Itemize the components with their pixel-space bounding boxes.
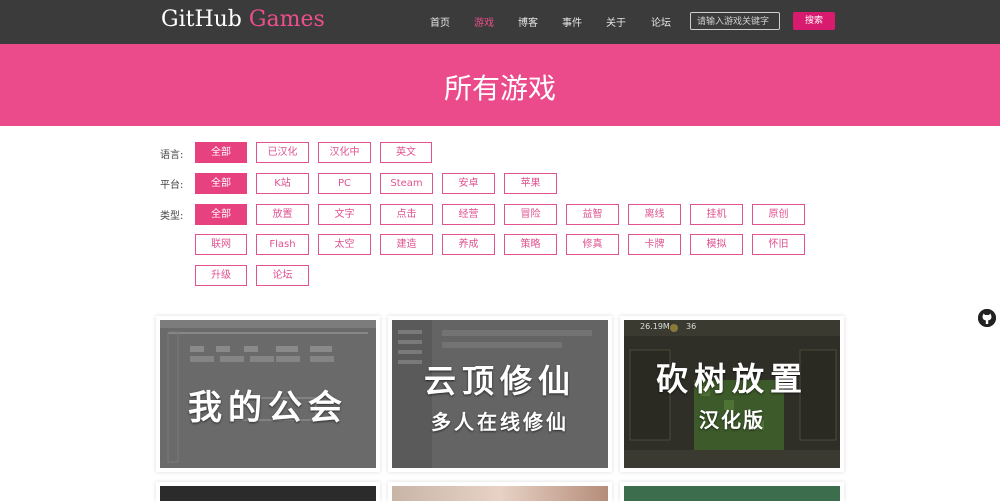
type-option-building[interactable]: 建造: [380, 234, 433, 255]
type-option-idle[interactable]: 放置: [256, 204, 309, 225]
type-option-retro[interactable]: 怀旧: [752, 234, 805, 255]
type-option-online[interactable]: 联网: [195, 234, 247, 255]
type-option-simulation[interactable]: 模拟: [690, 234, 743, 255]
type-option-cultivation[interactable]: 修真: [566, 234, 619, 255]
type-option-afk[interactable]: 挂机: [690, 204, 743, 225]
game-card[interactable]: [388, 482, 612, 501]
top-navbar: GitHub Games 首页 游戏 博客 事件 关于 论坛 搜索: [0, 0, 1000, 44]
platform-filter-label: 平台:: [160, 180, 184, 191]
type-option-offline[interactable]: 离线: [628, 204, 681, 225]
type-option-management[interactable]: 经营: [442, 204, 495, 225]
game-thumbnail[interactable]: [624, 486, 840, 501]
type-option-flash[interactable]: Flash: [256, 234, 309, 255]
nav-about[interactable]: 关于: [606, 14, 626, 29]
game-hud-money: 26.19M: [640, 322, 670, 331]
platform-option-all[interactable]: 全部: [195, 173, 247, 194]
type-option-raising[interactable]: 养成: [442, 234, 495, 255]
type-option-card[interactable]: 卡牌: [628, 234, 681, 255]
site-logo[interactable]: GitHub Games: [161, 7, 325, 32]
search-input[interactable]: [690, 12, 780, 30]
game-subtitle: 汉化版: [699, 408, 765, 432]
page-title: 所有游戏: [443, 72, 556, 105]
platform-option-pc[interactable]: PC: [318, 173, 371, 194]
game-title: 砍树放置: [655, 360, 808, 398]
game-thumbnail[interactable]: [160, 486, 376, 501]
nav-home[interactable]: 首页: [430, 14, 450, 29]
type-option-upgrade[interactable]: 升级: [195, 265, 247, 286]
type-option-puzzle[interactable]: 益智: [566, 204, 619, 225]
language-option-translated[interactable]: 已汉化: [256, 142, 309, 163]
game-hud-count: 36: [686, 322, 697, 331]
type-option-original[interactable]: 原创: [752, 204, 805, 225]
type-option-text[interactable]: 文字: [318, 204, 371, 225]
game-title: 云顶修仙: [423, 362, 576, 400]
platform-option-kongregate[interactable]: K站: [256, 173, 309, 194]
github-icon[interactable]: [978, 309, 996, 327]
page-banner: 所有游戏: [0, 44, 1000, 126]
language-filter-label: 语言:: [160, 150, 184, 161]
platform-option-steam[interactable]: Steam: [380, 173, 433, 194]
platform-option-android[interactable]: 安卓: [442, 173, 495, 194]
type-filter-label: 类型:: [160, 211, 184, 222]
game-card[interactable]: [156, 482, 380, 501]
language-option-english[interactable]: 英文: [380, 142, 432, 163]
game-thumbnail[interactable]: 云顶修仙 多人在线修仙: [392, 320, 608, 468]
type-option-space[interactable]: 太空: [318, 234, 371, 255]
type-option-strategy[interactable]: 策略: [504, 234, 557, 255]
nav-games[interactable]: 游戏: [474, 14, 494, 29]
type-option-clicker[interactable]: 点击: [380, 204, 433, 225]
game-thumbnail[interactable]: [392, 486, 608, 501]
logo-accent-text: Games: [248, 7, 325, 32]
game-card[interactable]: 我的公会: [156, 316, 380, 472]
type-option-adventure[interactable]: 冒险: [504, 204, 557, 225]
search-button[interactable]: 搜索: [793, 12, 835, 30]
game-thumbnail[interactable]: 我的公会: [160, 320, 376, 468]
type-option-all[interactable]: 全部: [195, 204, 247, 225]
game-subtitle: 多人在线修仙: [431, 410, 569, 434]
language-option-all[interactable]: 全部: [195, 142, 247, 163]
game-card[interactable]: 云顶修仙 多人在线修仙: [388, 316, 612, 472]
language-option-translating[interactable]: 汉化中: [318, 142, 371, 163]
game-title: 我的公会: [188, 388, 348, 428]
nav-blog[interactable]: 博客: [518, 14, 538, 29]
platform-option-ios[interactable]: 苹果: [504, 173, 557, 194]
logo-main-text: GitHub: [161, 7, 249, 32]
type-option-forum[interactable]: 论坛: [256, 265, 309, 286]
game-thumbnail[interactable]: 26.19M 36 砍树放置 汉化版: [624, 320, 840, 468]
nav-events[interactable]: 事件: [562, 14, 582, 29]
game-card[interactable]: 26.19M 36 砍树放置 汉化版: [620, 316, 844, 472]
game-card[interactable]: [620, 482, 844, 501]
nav-forum[interactable]: 论坛: [651, 14, 671, 29]
